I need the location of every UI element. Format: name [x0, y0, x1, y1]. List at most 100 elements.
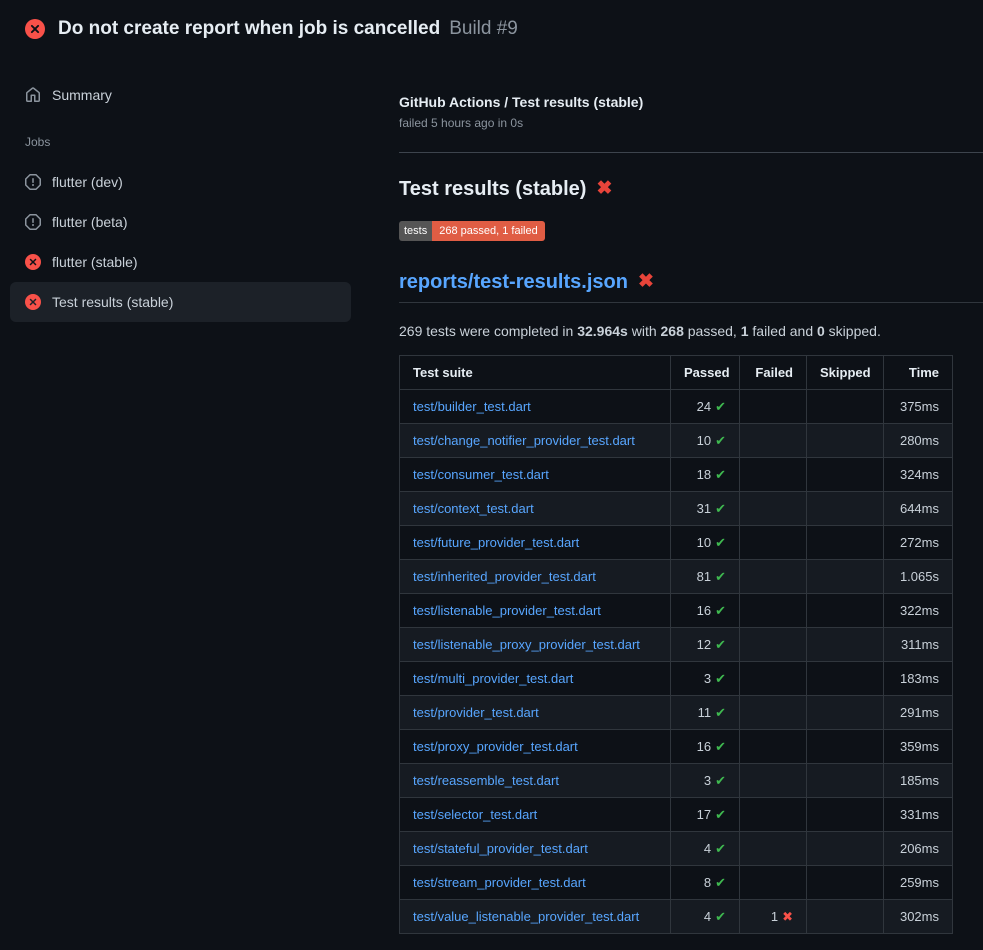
- table-row: test/stream_provider_test.dart 8✔ 259ms: [400, 866, 953, 900]
- summary-text: passed,: [684, 323, 741, 339]
- report-heading: reports/test-results.json ✖: [399, 269, 983, 303]
- time-cell: 1.065s: [884, 560, 953, 594]
- test-suite-link[interactable]: test/listenable_proxy_provider_test.dart: [413, 637, 640, 652]
- check-icon: ✔: [715, 467, 726, 482]
- test-suite-link[interactable]: test/listenable_provider_test.dart: [413, 603, 601, 618]
- test-suite-link[interactable]: test/inherited_provider_test.dart: [413, 569, 596, 584]
- sidebar-item-flutter-beta[interactable]: flutter (beta): [10, 202, 351, 242]
- passed-count: 4: [704, 909, 711, 924]
- passed-cell: 8✔: [671, 866, 740, 900]
- failed-cell: [740, 390, 807, 424]
- test-suite-link[interactable]: test/stateful_provider_test.dart: [413, 841, 588, 856]
- table-row: test/selector_test.dart 17 ✔ 331ms: [400, 798, 953, 832]
- x-circle-icon: [25, 294, 41, 310]
- divider: [399, 152, 983, 153]
- badge-value: 268 passed, 1 failed: [432, 221, 544, 241]
- failed-cell: [740, 526, 807, 560]
- test-suite-link[interactable]: test/proxy_provider_test.dart: [413, 739, 578, 754]
- passed-count: 10: [697, 535, 711, 550]
- skipped-cell: [807, 458, 884, 492]
- time-cell: 331ms: [884, 798, 953, 832]
- skipped-cell: [807, 526, 884, 560]
- test-suite-link[interactable]: test/reassemble_test.dart: [413, 773, 559, 788]
- results-table: Test suitePassedFailedSkippedTime test/b…: [399, 355, 953, 934]
- failed-cell: [740, 458, 807, 492]
- passed-count: 12: [697, 637, 711, 652]
- check-icon: ✔: [715, 399, 726, 414]
- failed-cell: [740, 866, 807, 900]
- skipped-cell: [807, 798, 884, 832]
- main-content: GitHub Actions / Test results (stable) f…: [375, 57, 983, 934]
- run-status: failed 5 hours ago in 0s: [399, 116, 983, 130]
- skipped-cell: [807, 900, 884, 934]
- test-suite-link[interactable]: test/selector_test.dart: [413, 807, 537, 822]
- test-suite-link[interactable]: test/consumer_test.dart: [413, 467, 549, 482]
- test-suite-cell: test/stateful_provider_test.dart: [400, 832, 671, 866]
- time-cell: 280ms: [884, 424, 953, 458]
- test-suite-cell: test/proxy_provider_test.dart: [400, 730, 671, 764]
- table-row: test/change_notifier_provider_test.dart …: [400, 424, 953, 458]
- test-suite-cell: test/selector_test.dart: [400, 798, 671, 832]
- skipped-cell: [807, 390, 884, 424]
- test-suite-cell: test/future_provider_test.dart: [400, 526, 671, 560]
- table-row: test/listenable_provider_test.dart 16✔ 3…: [400, 594, 953, 628]
- test-suite-link[interactable]: test/future_provider_test.dart: [413, 535, 579, 550]
- time-cell: 322ms: [884, 594, 953, 628]
- column-header-passed: Passed: [671, 356, 740, 390]
- test-suite-cell: test/inherited_provider_test.dart: [400, 560, 671, 594]
- check-icon: ✔: [715, 807, 726, 822]
- test-suite-cell: test/multi_provider_test.dart: [400, 662, 671, 696]
- test-suite-cell: test/listenable_proxy_provider_test.dart: [400, 628, 671, 662]
- passed-count: 3: [704, 773, 711, 788]
- time-cell: 291ms: [884, 696, 953, 730]
- passed-count: 17: [697, 807, 711, 822]
- time-cell: 206ms: [884, 832, 953, 866]
- passed-count: 31: [697, 501, 711, 516]
- table-row: test/context_test.dart 31✔ 644ms: [400, 492, 953, 526]
- test-suite-link[interactable]: test/value_listenable_provider_test.dart: [413, 909, 639, 924]
- failed-cell: [740, 832, 807, 866]
- test-suite-cell: test/change_notifier_provider_test.dart: [400, 424, 671, 458]
- failed-cell: 1✖: [740, 900, 807, 934]
- check-icon: ✔: [715, 841, 726, 856]
- summary-line: 269 tests were completed in 32.964s with…: [399, 323, 983, 339]
- sidebar-item-flutter-dev[interactable]: flutter (dev): [10, 162, 351, 202]
- test-suite-cell: test/value_listenable_provider_test.dart: [400, 900, 671, 934]
- test-suite-cell: test/stream_provider_test.dart: [400, 866, 671, 900]
- failed-cell: [740, 662, 807, 696]
- table-row: test/consumer_test.dart 18✔ 324ms: [400, 458, 953, 492]
- sidebar-item-summary[interactable]: Summary: [10, 75, 351, 115]
- failed-cell: [740, 764, 807, 798]
- sidebar-summary-label: Summary: [52, 87, 112, 103]
- skipped-cell: [807, 730, 884, 764]
- test-suite-link[interactable]: test/stream_provider_test.dart: [413, 875, 586, 890]
- sidebar-item-flutter-stable[interactable]: flutter (stable): [10, 242, 351, 282]
- test-suite-link[interactable]: test/multi_provider_test.dart: [413, 671, 573, 686]
- table-row: test/stateful_provider_test.dart 4✔ 206m…: [400, 832, 953, 866]
- failed-cell: [740, 594, 807, 628]
- test-suite-link[interactable]: test/context_test.dart: [413, 501, 534, 516]
- sidebar-item-test-results-stable[interactable]: Test results (stable): [10, 282, 351, 322]
- x-circle-icon: [25, 254, 41, 270]
- passed-cell: 10✔: [671, 424, 740, 458]
- passed-cell: 3✔: [671, 662, 740, 696]
- summary-value: 268: [661, 323, 684, 339]
- test-suite-link[interactable]: test/provider_test.dart: [413, 705, 539, 720]
- passed-count: 18: [697, 467, 711, 482]
- sidebar-job-label: Test results (stable): [52, 294, 173, 310]
- check-icon: ✔: [715, 739, 726, 754]
- failed-count: 1: [771, 909, 778, 924]
- skipped-cell: [807, 662, 884, 696]
- report-link[interactable]: reports/test-results.json: [399, 269, 628, 295]
- table-row: test/proxy_provider_test.dart 16✔ 359ms: [400, 730, 953, 764]
- table-row: test/value_listenable_provider_test.dart…: [400, 900, 953, 934]
- test-suite-cell: test/consumer_test.dart: [400, 458, 671, 492]
- check-icon: ✔: [715, 909, 726, 924]
- test-suite-link[interactable]: test/change_notifier_provider_test.dart: [413, 433, 635, 448]
- failed-cell: [740, 628, 807, 662]
- test-suite-link[interactable]: test/builder_test.dart: [413, 399, 531, 414]
- failed-cross-icon: ✖: [596, 176, 612, 202]
- summary-text: skipped.: [825, 323, 881, 339]
- failed-cell: [740, 424, 807, 458]
- sidebar-jobs-list: flutter (dev) flutter (beta) flutter (st…: [0, 162, 375, 322]
